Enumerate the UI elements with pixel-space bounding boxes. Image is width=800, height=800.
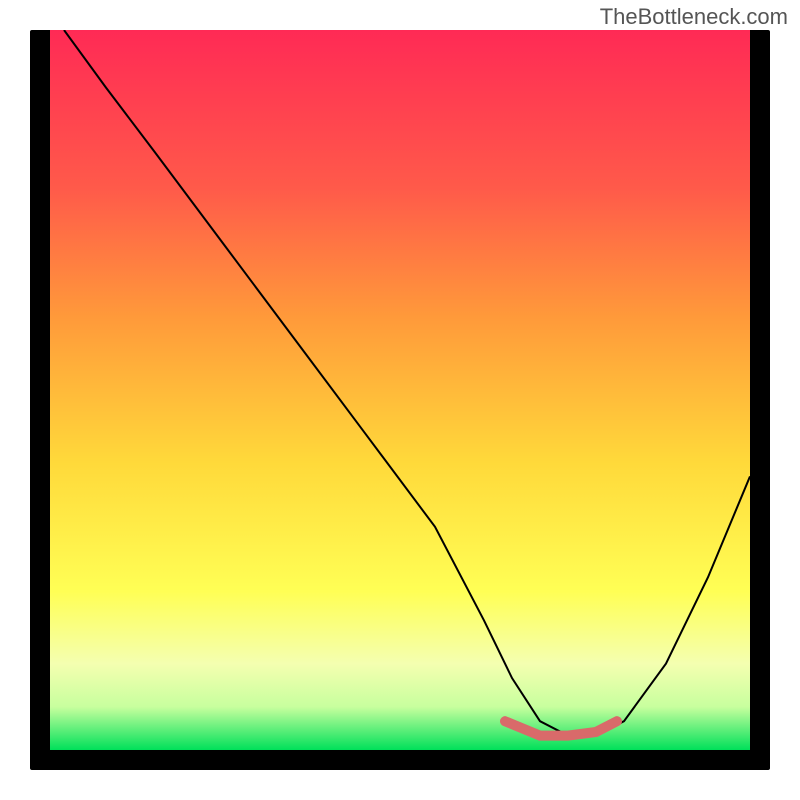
- gradient-background: [50, 30, 750, 750]
- watermark-text: TheBottleneck.com: [600, 4, 788, 30]
- chart-plot-area: [50, 30, 750, 750]
- chart-svg: [50, 30, 750, 750]
- chart-frame: [30, 30, 770, 770]
